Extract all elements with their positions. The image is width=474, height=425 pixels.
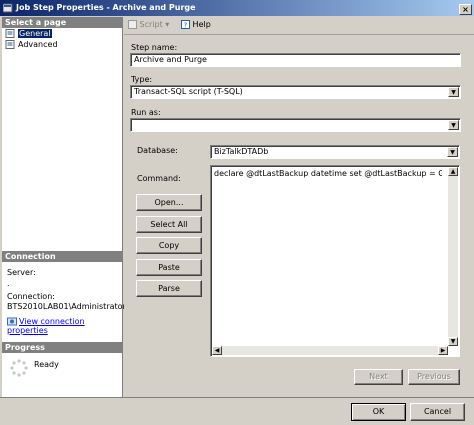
progress-header: Progress xyxy=(2,342,122,353)
open-button[interactable]: Open... xyxy=(136,194,202,211)
page-icon xyxy=(5,40,15,49)
progress-status: Ready xyxy=(34,360,59,369)
ok-button[interactable]: OK xyxy=(351,403,406,421)
select-page-header: Select a page xyxy=(2,17,122,28)
help-button[interactable]: ? Help xyxy=(181,20,211,30)
progress-spinner-icon xyxy=(10,359,28,377)
title-bar: Job Step Properties - Archive and Purge … xyxy=(0,0,474,16)
chevron-down-icon[interactable]: ▼ xyxy=(448,87,459,97)
type-value: Transact-SQL script (T-SQL) xyxy=(134,87,243,96)
command-text: declare @dtLastBackup datetime set @dtLa… xyxy=(214,169,442,178)
window-title: Job Step Properties - Archive and Purge xyxy=(16,3,196,12)
close-icon[interactable]: × xyxy=(459,4,472,15)
chevron-down-icon[interactable]: ▼ xyxy=(448,120,459,130)
step-name-input[interactable]: Archive and Purge xyxy=(130,53,461,67)
scroll-down-icon[interactable]: ▼ xyxy=(448,337,458,346)
next-button[interactable]: Next xyxy=(354,369,403,385)
script-label: Script xyxy=(139,20,163,29)
type-label: Type: xyxy=(131,75,153,84)
right-panel: Script ▾ ? Help Step name: Archive and P… xyxy=(124,17,474,397)
job-step-properties-window: Job Step Properties - Archive and Purge … xyxy=(0,0,474,425)
database-select[interactable]: BizTalkDTADb ▼ xyxy=(210,145,460,159)
page-item-label: Advanced xyxy=(18,40,58,49)
view-connection-link[interactable]: View connection properties xyxy=(7,317,85,335)
vertical-scrollbar[interactable]: ▲ ▼ xyxy=(448,167,458,346)
connection-value: BTS2010LAB01\Administrator xyxy=(7,302,126,311)
scroll-up-icon[interactable]: ▲ xyxy=(448,167,458,176)
connection-properties-icon xyxy=(7,317,17,326)
view-connection-properties[interactable]: View connection properties xyxy=(7,317,122,335)
page-icon xyxy=(5,29,15,38)
horizontal-scrollbar[interactable]: ◀ ▶ xyxy=(212,346,448,355)
window-controls: × xyxy=(458,2,472,18)
database-value: BizTalkDTADb xyxy=(214,147,269,156)
page-item-label: General xyxy=(18,29,52,38)
database-label: Database: xyxy=(137,146,178,155)
parse-button[interactable]: Parse xyxy=(136,280,202,297)
app-icon xyxy=(3,3,13,13)
page-item-general[interactable]: General xyxy=(5,29,52,38)
command-textarea[interactable]: declare @dtLastBackup datetime set @dtLa… xyxy=(210,165,460,357)
toolbar: Script ▾ ? Help xyxy=(124,17,474,35)
run-as-select[interactable]: ▼ xyxy=(130,118,461,132)
copy-button[interactable]: Copy xyxy=(136,237,202,254)
connection-header: Connection xyxy=(2,251,122,262)
page-item-advanced[interactable]: Advanced xyxy=(5,40,58,49)
chevron-down-icon[interactable]: ▼ xyxy=(447,147,458,157)
connection-label: Connection: xyxy=(7,292,55,301)
type-select[interactable]: Transact-SQL script (T-SQL) ▼ xyxy=(130,85,461,99)
help-icon: ? xyxy=(181,20,190,30)
command-label: Command: xyxy=(137,174,181,183)
script-icon xyxy=(128,20,137,29)
scroll-left-icon[interactable]: ◀ xyxy=(212,346,222,355)
left-panel: Select a page General Advanced Connectio… xyxy=(2,17,126,397)
server-label: Server: xyxy=(7,268,36,277)
previous-button[interactable]: Previous xyxy=(408,369,460,385)
select-all-button[interactable]: Select All xyxy=(136,216,202,233)
help-label: Help xyxy=(192,20,211,29)
svg-text:?: ? xyxy=(184,22,188,30)
scroll-right-icon[interactable]: ▶ xyxy=(438,346,448,355)
cancel-button[interactable]: Cancel xyxy=(410,403,465,421)
server-value: . xyxy=(7,279,10,288)
paste-button[interactable]: Paste xyxy=(136,259,202,276)
script-button[interactable]: Script ▾ xyxy=(128,20,169,29)
dialog-footer: OK Cancel xyxy=(0,397,474,425)
run-as-label: Run as: xyxy=(131,108,161,117)
step-name-label: Step name: xyxy=(131,43,178,52)
